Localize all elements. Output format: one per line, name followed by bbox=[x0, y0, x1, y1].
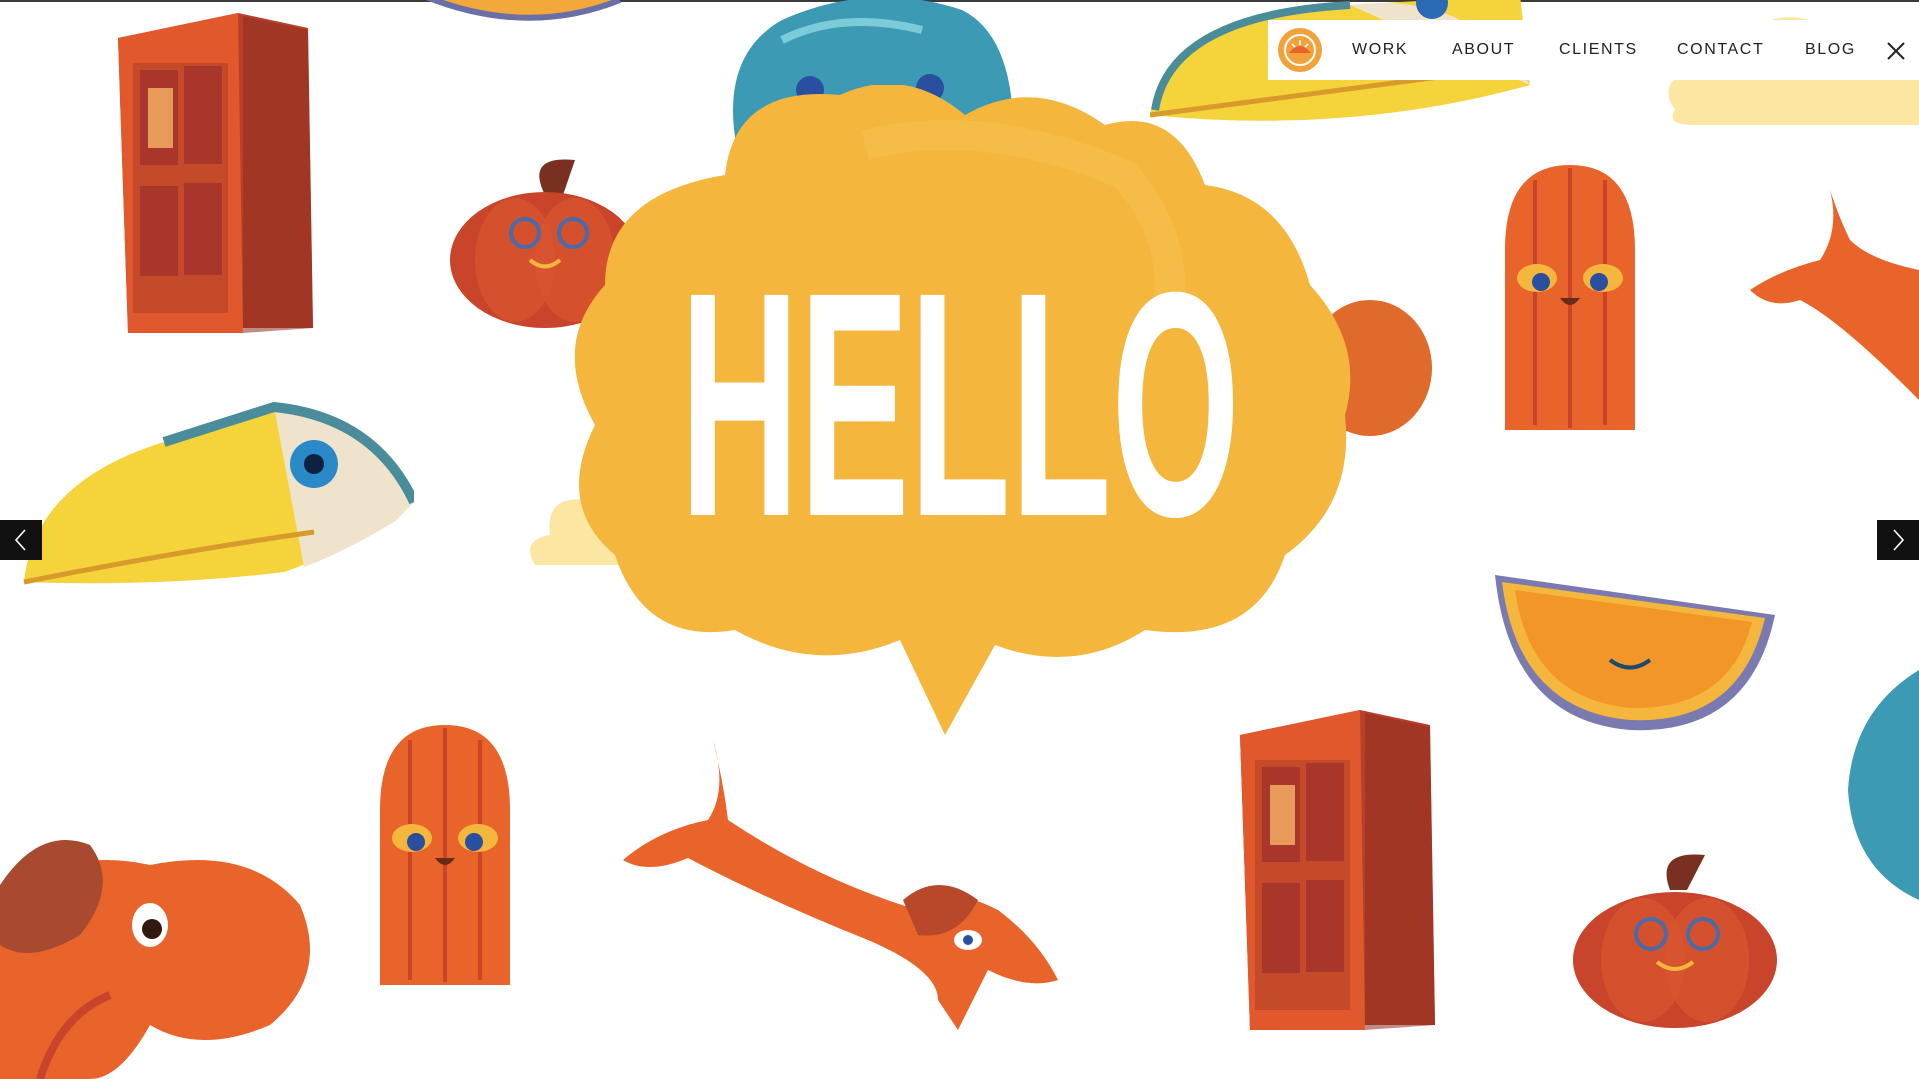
sun-logo-icon bbox=[1278, 28, 1322, 72]
toucan-illustration bbox=[23, 402, 414, 585]
watermelon-illustration bbox=[1495, 575, 1775, 731]
cactus-illustration bbox=[1505, 165, 1635, 430]
close-menu-button[interactable] bbox=[1885, 40, 1907, 62]
main-nav: WORK ABOUT CLIENTS CONTACT BLOG bbox=[1268, 20, 1919, 80]
close-icon bbox=[1887, 42, 1905, 60]
chevron-right-icon bbox=[1893, 529, 1905, 551]
hello-headline-text: HELLO bbox=[680, 225, 1240, 583]
svg-text:HELLO: HELLO bbox=[680, 275, 1240, 535]
dachshund-illustration bbox=[623, 740, 1058, 1030]
carousel-next-button[interactable] bbox=[1877, 520, 1919, 560]
dachshund-illustration bbox=[1750, 190, 1919, 400]
nav-item-about[interactable]: ABOUT bbox=[1452, 20, 1515, 80]
teal-bird-illustration bbox=[1848, 670, 1919, 900]
nav-item-contact[interactable]: CONTACT bbox=[1677, 20, 1764, 80]
nav-item-work[interactable]: WORK bbox=[1352, 20, 1408, 80]
elephant-illustration bbox=[0, 840, 310, 1079]
toucan-beak-illustration bbox=[426, 0, 622, 21]
hero-slideshow: HELLO WORK ABOUT CLIENTS CONTACT BLOG bbox=[0, 0, 1919, 1079]
chevron-left-icon bbox=[14, 529, 26, 551]
logo-link[interactable] bbox=[1277, 27, 1323, 73]
nav-item-clients[interactable]: CLIENTS bbox=[1559, 20, 1638, 80]
wardrobe-illustration bbox=[118, 13, 313, 333]
wardrobe-illustration bbox=[1240, 710, 1435, 1030]
hello-headline: HELLO bbox=[660, 225, 1260, 583]
cactus-illustration bbox=[380, 725, 510, 985]
nav-item-blog[interactable]: BLOG bbox=[1805, 20, 1856, 80]
carousel-prev-button[interactable] bbox=[0, 520, 42, 560]
pumpkin-illustration bbox=[1573, 854, 1777, 1028]
